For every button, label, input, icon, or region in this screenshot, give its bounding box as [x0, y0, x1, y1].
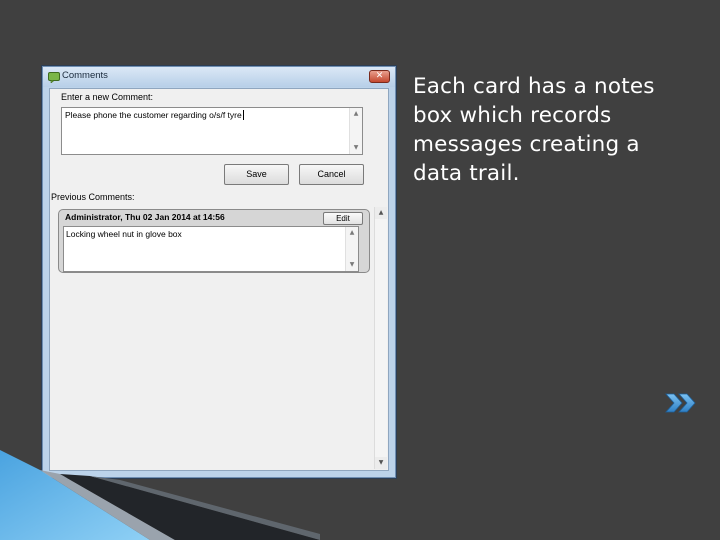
text-caret	[242, 110, 244, 120]
slide-text-line: data trail.	[413, 161, 520, 186]
dialog-body: Enter a new Comment: Please phone the cu…	[49, 88, 389, 471]
window-title: Comments	[62, 70, 108, 81]
previous-comments-list: Administrator, Thu 02 Jan 2014 at 14:56 …	[55, 207, 387, 469]
scroll-down-icon[interactable]: ▼	[346, 259, 358, 271]
slide-text-line: box which records	[413, 103, 612, 128]
new-comment-input[interactable]: Please phone the customer regarding o/s/…	[61, 107, 363, 155]
cancel-button[interactable]: Cancel	[299, 164, 364, 185]
double-chevron-right-icon[interactable]	[664, 392, 698, 414]
slide-text-line: Each card has a notes	[413, 74, 655, 99]
close-icon: ✕	[375, 71, 384, 81]
comment-text: Locking wheel nut in glove box	[66, 229, 182, 239]
comment-scrollbar[interactable]: ▲ ▼	[345, 227, 358, 271]
new-comment-scrollbar[interactable]: ▲ ▼	[349, 108, 362, 154]
scroll-down-icon[interactable]: ▼	[375, 457, 387, 469]
save-button[interactable]: Save	[224, 164, 289, 185]
new-comment-value: Please phone the customer regarding o/s/…	[65, 110, 242, 120]
title-bar[interactable]: Comments ✕	[43, 67, 395, 87]
comment-body: Locking wheel nut in glove box ▲ ▼	[63, 226, 359, 272]
scroll-down-icon[interactable]: ▼	[350, 142, 362, 154]
slide-text-line: messages creating a	[413, 132, 640, 157]
scroll-up-icon[interactable]: ▲	[375, 207, 387, 219]
decorative-swoosh	[0, 450, 320, 540]
comments-window: Comments ✕ Enter a new Comment: Please p…	[42, 66, 396, 478]
previous-comments-scrollbar[interactable]: ▲ ▼	[374, 207, 387, 469]
close-button[interactable]: ✕	[369, 70, 390, 83]
edit-comment-button[interactable]: Edit	[323, 212, 363, 225]
comment-card: Administrator, Thu 02 Jan 2014 at 14:56 …	[58, 209, 370, 273]
comments-app-icon	[48, 72, 60, 83]
comment-header: Administrator, Thu 02 Jan 2014 at 14:56	[65, 212, 225, 222]
previous-comments-label: Previous Comments:	[51, 192, 135, 202]
scroll-up-icon[interactable]: ▲	[346, 227, 358, 239]
scroll-up-icon[interactable]: ▲	[350, 108, 362, 120]
slide-text: Each card has a notes box which records …	[413, 72, 703, 188]
new-comment-label: Enter a new Comment:	[61, 92, 154, 102]
